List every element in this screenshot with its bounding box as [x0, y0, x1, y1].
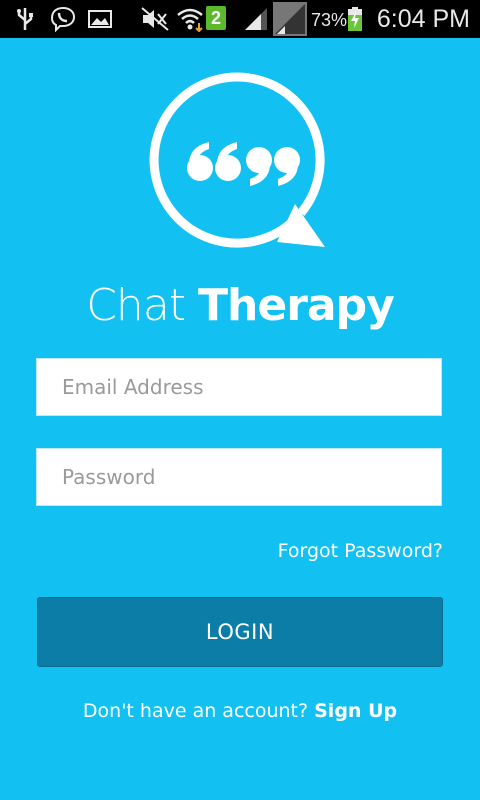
gallery-icon: [88, 10, 112, 28]
app-logo: [149, 72, 331, 254]
clock: 6:04 PM: [376, 5, 470, 33]
signup-prompt-text: Don't have an account?: [82, 700, 309, 722]
viber-icon: [50, 6, 76, 32]
wifi-icon: [177, 8, 203, 32]
speech-bubble-quotes-icon: [149, 72, 325, 248]
login-button[interactable]: LOGIN: [37, 597, 443, 667]
signup-prompt: Don't have an account? Sign Up: [0, 700, 480, 722]
signal-icon: [273, 2, 307, 36]
email-field[interactable]: [36, 358, 442, 416]
battery-charging-icon: [348, 7, 362, 31]
password-field[interactable]: [36, 448, 442, 506]
brand-wordmark: Chat Therapy: [0, 280, 480, 331]
status-bar: 2 73% 6:04 PM: [0, 0, 480, 38]
sim2-icon: 2: [206, 6, 226, 30]
battery-percent: 73%: [311, 10, 348, 30]
forgot-password-link[interactable]: Forgot Password?: [278, 540, 443, 562]
usb-icon: [17, 8, 33, 30]
brand-bold-text: Therapy: [198, 280, 395, 331]
signal-icon: [245, 8, 267, 30]
signup-link[interactable]: Sign Up: [314, 700, 397, 722]
mute-icon: [141, 7, 169, 31]
brand-light-text: Chat: [86, 280, 186, 331]
